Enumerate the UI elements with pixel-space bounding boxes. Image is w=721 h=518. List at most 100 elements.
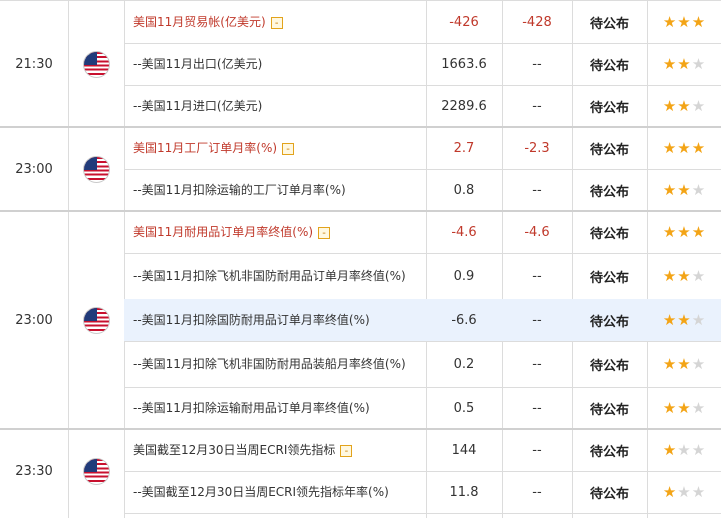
previous-value: 0.2 (453, 356, 475, 372)
previous-value: 0.8 (453, 182, 475, 198)
star-empty-icon: ★ (691, 398, 706, 417)
star-filled-icon: ★ (691, 138, 706, 157)
previous-value: 11.8 (449, 484, 479, 500)
importance-stars: ★ ★ ★ (647, 471, 721, 513)
previous-value: 0.9 (453, 268, 475, 284)
actual-value: 待公布 (589, 58, 629, 74)
actual-value: 待公布 (589, 402, 629, 418)
indicator-name[interactable]: --美国11月扣除运输耐用品订单月率终值(%) (124, 387, 426, 429)
indicator-label: 美国11月工厂订单月率(%) - (133, 138, 295, 158)
indicator-label: 美国截至12月30日当周ECRI领先指标 - (133, 440, 353, 460)
star-filled-icon: ★ (677, 12, 691, 31)
star-empty-icon: ★ (677, 440, 691, 459)
star-filled-icon: ★ (677, 354, 691, 373)
importance-stars: ★ ★ ★ (647, 1, 721, 43)
indicator-name[interactable]: --美国11月扣除国防耐用品订单月率终值(%) (124, 299, 426, 341)
actual-value: 待公布 (589, 270, 629, 286)
importance-stars: ★ ★ ★ (647, 429, 721, 471)
star-filled-icon: ★ (677, 266, 691, 285)
star-empty-icon: ★ (691, 482, 706, 501)
indicator-label: --美国11月扣除飞机非国防耐用品订单月率终值(%) (133, 269, 406, 283)
indicator-name[interactable]: --美国11月出口(亿美元) (124, 43, 426, 85)
actual-value: 待公布 (589, 16, 629, 32)
star-filled-icon: ★ (662, 12, 677, 31)
star-empty-icon: ★ (677, 482, 691, 501)
country-flag-cell (68, 211, 124, 429)
previous-value: 2289.6 (441, 98, 487, 114)
actual-value: 待公布 (589, 314, 629, 330)
us-flag-icon (82, 306, 110, 334)
event-time: 21:30 (15, 56, 53, 72)
indicator-label: 美国11月贸易帐(亿美元) - (133, 12, 283, 32)
star-empty-icon: ★ (691, 54, 706, 73)
actual-value: 待公布 (589, 226, 629, 242)
forecast-value: -2.3 (524, 140, 550, 156)
forecast-value: -4.6 (524, 224, 550, 240)
actual-value: 待公布 (589, 100, 629, 116)
indicator-name[interactable]: --美国11月进口(亿美元) (124, 85, 426, 127)
indicator-label: --美国11月扣除运输耐用品订单月率终值(%) (133, 401, 370, 415)
indicator-label: --美国11月扣除国防耐用品订单月率终值(%) (133, 313, 370, 327)
star-filled-icon: ★ (662, 354, 677, 373)
event-time: 23:30 (15, 463, 53, 479)
star-filled-icon: ★ (677, 180, 691, 199)
economic-calendar-table: 美国11月贸易帐(亿美元) - -426 -428 待公布 ★ ★ ★ --美国11月出口(亿美… (0, 0, 721, 518)
indicator-name[interactable]: 美国11月贸易帐(亿美元) - (124, 1, 426, 43)
star-filled-icon: ★ (662, 482, 677, 501)
actual-value: 待公布 (589, 142, 629, 158)
indicator-label: --美国11月扣除飞机非国防耐用品装船月率终值(%) (133, 357, 406, 371)
importance-stars: ★ ★ ★ (647, 299, 721, 341)
star-filled-icon: ★ (662, 440, 677, 459)
indicator-name[interactable]: --美国11月扣除飞机非国防耐用品装船月率终值(%) (124, 341, 426, 387)
star-empty-icon: ★ (691, 354, 706, 373)
star-empty-icon: ★ (691, 310, 706, 329)
importance-stars: ★ ★ ★ (647, 387, 721, 429)
collapse-toggle-icon[interactable]: - (340, 444, 353, 457)
us-flag-icon (82, 50, 110, 78)
importance-stars: ★ ★ ★ (647, 85, 721, 127)
previous-value: 0.5 (453, 400, 475, 416)
star-filled-icon: ★ (677, 54, 691, 73)
forecast-value: -- (532, 484, 542, 500)
actual-value: 待公布 (589, 486, 629, 502)
indicator-label: --美国11月进口(亿美元) (133, 99, 263, 113)
indicator-name[interactable]: --美国11月扣除飞机非国防耐用品订单月率终值(%) (124, 253, 426, 299)
star-filled-icon: ★ (691, 12, 706, 31)
country-flag-cell (68, 429, 124, 513)
star-empty-icon: ★ (691, 96, 706, 115)
star-filled-icon: ★ (677, 138, 691, 157)
star-filled-icon: ★ (662, 222, 677, 241)
row-divider (124, 513, 721, 514)
star-filled-icon: ★ (662, 96, 677, 115)
collapse-toggle-icon[interactable]: - (270, 16, 283, 29)
previous-value: 144 (451, 442, 477, 458)
indicator-label: --美国截至12月30日当周ECRI领先指标年率(%) (133, 485, 389, 499)
star-filled-icon: ★ (662, 310, 677, 329)
forecast-value: -- (532, 268, 542, 284)
forecast-value: -- (532, 98, 542, 114)
indicator-name[interactable]: 美国截至12月30日当周ECRI领先指标 - (124, 429, 426, 471)
importance-stars: ★ ★ ★ (647, 127, 721, 169)
collapse-toggle-icon[interactable]: - (318, 226, 331, 239)
forecast-value: -428 (522, 14, 552, 30)
indicator-name[interactable]: 美国11月耐用品订单月率终值(%) - (124, 211, 426, 253)
indicator-name[interactable]: --美国11月扣除运输的工厂订单月率(%) (124, 169, 426, 211)
previous-value: -426 (449, 14, 479, 30)
us-flag-icon (82, 457, 110, 485)
star-filled-icon: ★ (662, 54, 677, 73)
indicator-label: 美国11月耐用品订单月率终值(%) - (133, 222, 331, 242)
star-empty-icon: ★ (691, 180, 706, 199)
forecast-value: -- (532, 442, 542, 458)
star-empty-icon: ★ (691, 266, 706, 285)
collapse-toggle-icon[interactable]: - (282, 142, 295, 155)
importance-stars: ★ ★ ★ (647, 211, 721, 253)
event-time: 23:00 (15, 312, 53, 328)
country-flag-cell (68, 1, 124, 127)
previous-value: 2.7 (453, 140, 475, 156)
star-filled-icon: ★ (677, 96, 691, 115)
indicator-name[interactable]: 美国11月工厂订单月率(%) - (124, 127, 426, 169)
star-filled-icon: ★ (662, 398, 677, 417)
indicator-name[interactable]: --美国截至12月30日当周ECRI领先指标年率(%) (124, 471, 426, 513)
us-flag-icon (82, 155, 110, 183)
actual-value: 待公布 (589, 184, 629, 200)
